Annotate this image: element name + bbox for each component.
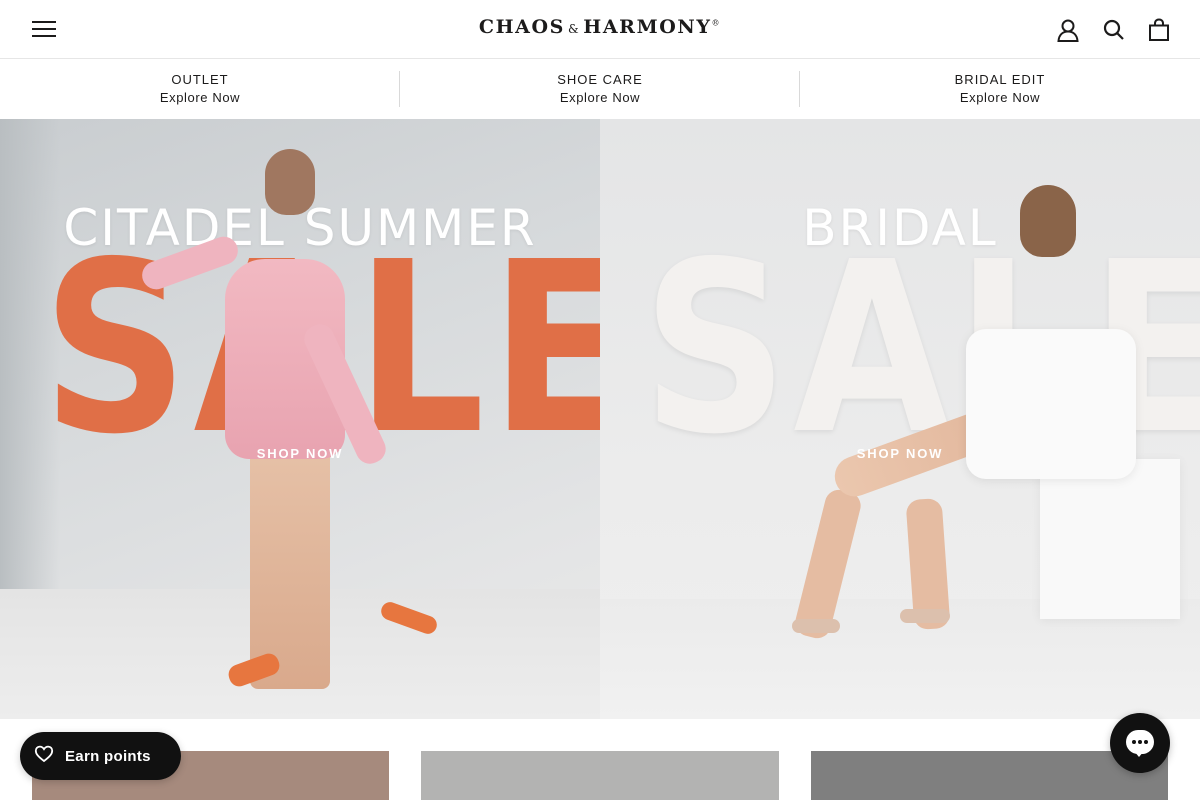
- nude-heel: [900, 609, 950, 623]
- promo-strip: OUTLET Explore Now SHOE CARE Explore Now…: [0, 59, 1200, 119]
- search-icon[interactable]: [1101, 17, 1127, 43]
- brand-ampersand: &: [567, 22, 581, 36]
- earn-points-button[interactable]: Earn points: [20, 732, 181, 780]
- account-icon[interactable]: [1055, 17, 1081, 43]
- hero-banner-bridal-sale[interactable]: BRIDAL SALE SHOP NOW: [600, 119, 1200, 719]
- promo-title: SHOE CARE: [557, 72, 643, 87]
- chat-bubble-tail: [1134, 751, 1144, 757]
- chat-dot: [1132, 740, 1136, 744]
- nude-heel: [792, 619, 840, 633]
- model-legs: [250, 449, 330, 689]
- model-head: [265, 149, 315, 215]
- white-cube-seat: [1040, 459, 1180, 619]
- shop-now-button[interactable]: SHOP NOW: [0, 446, 600, 461]
- promo-item-bridal-edit[interactable]: BRIDAL EDIT Explore Now: [799, 59, 1200, 119]
- bag-icon[interactable]: [1146, 17, 1172, 43]
- heart-icon: [34, 744, 54, 769]
- promo-item-shoe-care[interactable]: SHOE CARE Explore Now: [399, 59, 800, 119]
- chat-dot: [1144, 740, 1148, 744]
- brand-registered: ®: [711, 18, 722, 28]
- shop-now-button[interactable]: SHOP NOW: [600, 446, 1200, 461]
- earn-points-label: Earn points: [65, 747, 151, 765]
- promo-link[interactable]: Explore Now: [960, 89, 1040, 107]
- model-head: [1020, 185, 1076, 257]
- brand-word-2: Harmony: [583, 16, 712, 38]
- chat-dot: [1138, 740, 1142, 744]
- collection-card[interactable]: [421, 751, 779, 800]
- site-header: Chaos & Harmony®: [0, 0, 1200, 59]
- hero-banner-summer-sale[interactable]: CITADEL SUMMER SALE SHOP NOW: [0, 119, 600, 719]
- promo-item-outlet[interactable]: OUTLET Explore Now: [0, 59, 400, 119]
- promo-title: OUTLET: [171, 72, 229, 87]
- promo-title: BRIDAL EDIT: [954, 72, 1046, 87]
- promo-link[interactable]: Explore Now: [160, 89, 240, 107]
- brand-word-1: Chaos: [478, 16, 565, 38]
- promo-link[interactable]: Explore Now: [560, 89, 640, 107]
- chat-icon[interactable]: [1110, 713, 1170, 773]
- brand-logo[interactable]: Chaos & Harmony®: [0, 16, 1200, 38]
